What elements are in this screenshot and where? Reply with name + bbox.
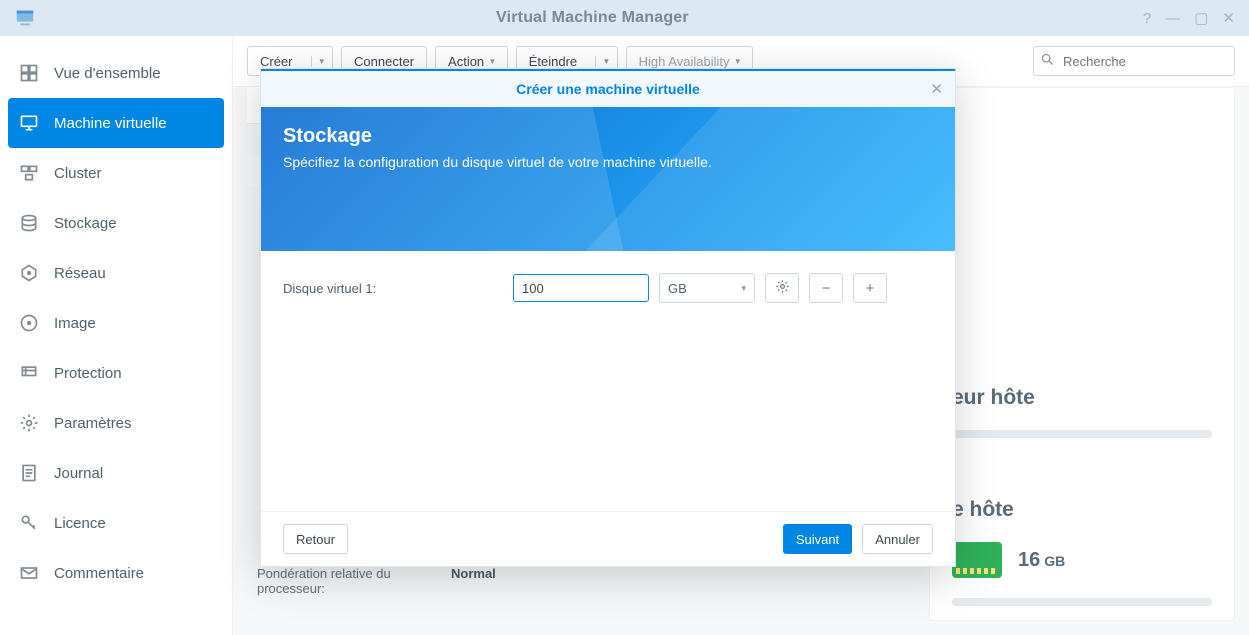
sidebar-item-label: Réseau [54,265,106,282]
sidebar-item-label: Paramètres [54,415,132,432]
mail-icon [18,562,40,584]
plus-icon: + [866,280,875,297]
minimize-icon[interactable]: — [1165,10,1180,27]
button-label: Retour [296,532,335,547]
app-icon [14,7,36,29]
vdisk-remove-button[interactable]: − [809,273,843,303]
button-label: Éteindre [517,54,589,69]
sidebar-item-protection[interactable]: Protection [0,348,232,398]
back-button[interactable]: Retour [283,524,348,554]
sidebar-item-network[interactable]: Réseau [0,248,232,298]
search-box[interactable] [1033,46,1235,76]
storage-icon [18,212,40,234]
close-window-icon[interactable]: ✕ [1222,9,1235,27]
ram-card-title: e hôte [952,498,1212,522]
button-label: Action [448,54,484,69]
sidebar-item-overview[interactable]: Vue d'ensemble [0,48,232,98]
usage-bar [952,598,1212,606]
sidebar-item-label: Commentaire [54,565,144,582]
vdisk-size-input[interactable] [513,274,649,302]
sidebar-item-settings[interactable]: Paramètres [0,398,232,448]
help-icon[interactable]: ? [1143,10,1151,27]
create-vm-modal: Créer une machine virtuelle ✕ Stockage S… [260,68,956,567]
key-icon [18,512,40,534]
cancel-button[interactable]: Annuler [862,524,933,554]
modal-step-title: Stockage [283,125,933,148]
ram-chip-icon [952,542,1002,578]
cpu-card-title: eur hôte [952,386,1212,410]
chevron-down-icon[interactable]: ▾ [311,56,333,67]
cpu-weight-value: Normal [451,566,496,596]
network-icon [18,262,40,284]
sidebar-item-label: Machine virtuelle [54,115,167,132]
vdisk-settings-button[interactable] [765,273,799,303]
modal-title: Créer une machine virtuelle [516,81,700,97]
sidebar-item-image[interactable]: Image [0,298,232,348]
chevron-down-icon: ▾ [741,283,746,294]
sidebar-item-storage[interactable]: Stockage [0,198,232,248]
vdisk-add-button[interactable]: + [853,273,887,303]
minus-icon: − [822,280,831,297]
chevron-down-icon[interactable]: ▾ [595,56,617,67]
sidebar-item-label: Cluster [54,165,102,182]
shield-icon [18,362,40,384]
button-label: Suivant [796,532,839,547]
modal-hero: Stockage Spécifiez la configuration du d… [261,107,955,251]
window-title: Virtual Machine Manager [42,9,1143,27]
sidebar-item-label: Protection [54,365,122,382]
search-input[interactable] [1061,53,1241,70]
cpu-weight-label: Pondération relative du processeur: [257,566,427,596]
usage-bar [952,430,1212,438]
sidebar-item-label: Vue d'ensemble [54,65,161,82]
log-icon [18,462,40,484]
gear-icon [18,412,40,434]
search-icon [1040,52,1055,70]
sidebar-item-label: Stockage [54,215,117,232]
sidebar-item-license[interactable]: Licence [0,498,232,548]
vdisk-unit-select[interactable]: GB ▾ [659,273,755,303]
button-label: Créer [248,54,305,69]
sidebar-item-vm[interactable]: Machine virtuelle [8,98,224,148]
modal-step-subtitle: Spécifiez la configuration du disque vir… [283,154,933,170]
sidebar: Vue d'ensemble Machine virtuelle Cluster… [0,36,233,635]
disc-icon [18,312,40,334]
chevron-down-icon: ▾ [490,56,495,67]
sidebar-item-log[interactable]: Journal [0,448,232,498]
chevron-down-icon: ▾ [735,56,740,67]
next-button[interactable]: Suivant [783,524,852,554]
monitor-icon [18,112,40,134]
cluster-icon [18,162,40,184]
titlebar: Virtual Machine Manager ? — ▢ ✕ [0,0,1249,36]
button-label: Annuler [875,532,920,547]
button-label: High Availability [639,54,730,69]
overview-icon [18,62,40,84]
sidebar-item-label: Journal [54,465,103,482]
maximize-icon[interactable]: ▢ [1194,9,1208,27]
sidebar-item-label: Image [54,315,96,332]
select-value: GB [668,281,687,296]
sidebar-item-cluster[interactable]: Cluster [0,148,232,198]
button-label: Connecter [354,54,414,69]
sidebar-item-label: Licence [54,515,106,532]
sidebar-item-feedback[interactable]: Commentaire [0,548,232,598]
close-icon[interactable]: ✕ [930,80,943,98]
ram-amount: 16GB [1018,549,1065,572]
vdisk-label: Disque virtuel 1: [283,281,503,296]
modal-header: Créer une machine virtuelle ✕ [261,71,955,107]
gear-icon [775,279,790,298]
